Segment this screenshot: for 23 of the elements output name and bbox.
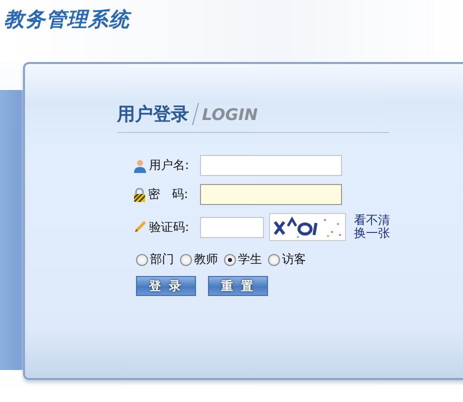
lock-icon (133, 188, 146, 202)
user-icon (133, 158, 147, 172)
pencil-icon (133, 220, 147, 234)
login-heading: 用户登录 (117, 103, 189, 126)
login-subheading: LOGIN (202, 104, 258, 124)
form-button[interactable]: 登 录 (136, 276, 196, 296)
radio-label: 学生 (238, 251, 262, 268)
role-radio[interactable]: 访客 (268, 251, 306, 268)
field-label: 验证码: (149, 218, 190, 236)
refresh-captcha-link[interactable]: 看不清换一张 (354, 214, 390, 240)
field-label: 密 码: (148, 186, 188, 203)
field-label: 用户名: (149, 157, 190, 174)
role-radio[interactable]: 部门 (136, 251, 174, 268)
role-radio[interactable]: 教师 (180, 251, 218, 268)
input-field[interactable] (200, 216, 264, 238)
radio-label: 教师 (194, 251, 218, 268)
form-button[interactable]: 重 置 (208, 276, 268, 296)
site-title: 教务管理系统 (4, 6, 132, 33)
radio-label: 访客 (282, 251, 306, 268)
input-field[interactable] (200, 155, 342, 176)
role-radio[interactable]: 学生 (224, 251, 262, 268)
input-field[interactable] (200, 184, 342, 205)
radio-label: 部门 (150, 251, 174, 268)
